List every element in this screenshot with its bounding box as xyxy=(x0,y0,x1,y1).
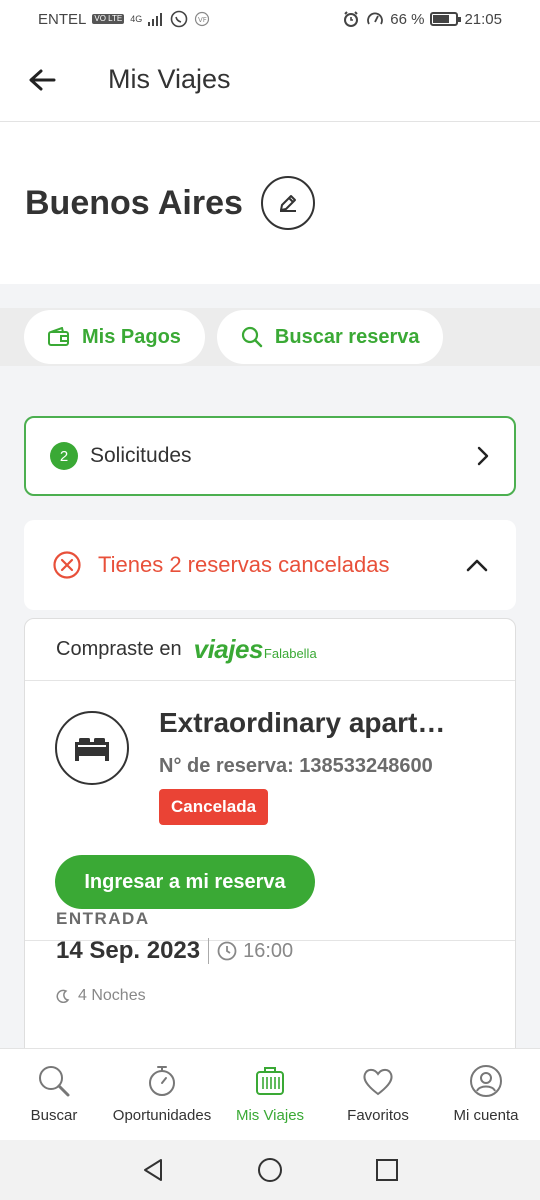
status-right: 66 % 21:05 xyxy=(342,10,502,28)
requests-row[interactable]: 2 Solicitudes xyxy=(24,416,516,496)
status-badge: Cancelada xyxy=(159,789,269,825)
action-pills: Mis Pagos Buscar reserva xyxy=(0,308,540,366)
volte-indicator: VO LTE xyxy=(92,14,125,24)
nav-label: Favoritos xyxy=(347,1107,409,1124)
cancelled-bookings-toggle[interactable]: Tienes 2 reservas canceladas xyxy=(24,520,516,610)
nav-label: Oportunidades xyxy=(112,1107,212,1124)
enter-booking-button[interactable]: Ingresar a mi reserva xyxy=(55,855,315,909)
checkin-row: 14 Sep. 2023 16:00 xyxy=(56,937,293,965)
signal-icon xyxy=(148,12,163,26)
nav-label: Buscar xyxy=(30,1107,78,1124)
back-button[interactable] xyxy=(12,50,72,110)
nav-label: Mi cuenta xyxy=(453,1107,519,1124)
checkin-date: 14 Sep. 2023 xyxy=(56,937,201,964)
page-title: Mis Viajes xyxy=(108,64,231,94)
alarm-icon xyxy=(344,11,359,27)
battery-percent: 66 % xyxy=(390,10,425,28)
pencil-icon xyxy=(279,195,296,212)
notification-icon: VF xyxy=(195,11,210,27)
battery-icon xyxy=(430,12,462,26)
bought-at-label: Compraste en xyxy=(56,638,182,660)
search-booking-button[interactable]: Buscar reserva xyxy=(216,310,444,364)
requests-count-badge: 2 xyxy=(50,442,78,470)
cancelled-message: Tienes 2 reservas canceladas xyxy=(98,552,390,577)
my-payments-label: Mis Pagos xyxy=(82,325,181,348)
search-icon xyxy=(241,326,263,348)
nav-label: Mis Viajes xyxy=(235,1107,305,1124)
clock: 21:05 xyxy=(464,10,502,28)
booking-card: Compraste en viajes Falabella Extraordin… xyxy=(24,618,516,1048)
chevron-right-icon xyxy=(477,446,489,466)
requests-label: Solicitudes xyxy=(90,444,192,467)
heart-icon xyxy=(363,1068,393,1096)
svg-text:VF: VF xyxy=(198,16,207,24)
nav-mi-cuenta[interactable]: Mi cuenta xyxy=(432,1049,540,1140)
hotel-name: Extraordinary apart… xyxy=(159,707,446,738)
status-left: ENTEL VO LTE 4G VF xyxy=(38,10,210,28)
cancel-circle-icon xyxy=(53,551,81,579)
clock-icon xyxy=(217,941,237,961)
network-type: 4G xyxy=(130,14,143,24)
bed-icon xyxy=(75,738,109,761)
destination-title: Buenos Aires xyxy=(25,183,243,222)
search-booking-label: Buscar reserva xyxy=(274,325,420,348)
booking-provider: Compraste en viajes Falabella xyxy=(25,619,515,681)
account-icon xyxy=(470,1065,502,1097)
logo-sub: Falabella xyxy=(263,646,317,661)
my-payments-button[interactable]: Mis Pagos xyxy=(24,310,205,364)
destination-header: Buenos Aires xyxy=(0,122,540,284)
checkin-label: ENTRADA xyxy=(56,909,150,928)
home-circle-icon[interactable] xyxy=(257,1157,283,1183)
status-bar: ENTEL VO LTE 4G VF 66 % 21:05 xyxy=(0,0,540,38)
booking-details: Extraordinary apart… N° de reserva: 1385… xyxy=(25,681,515,941)
luggage-icon xyxy=(256,1067,284,1095)
chevron-up-icon xyxy=(466,559,488,572)
nights-count: 4 Noches xyxy=(78,987,146,1004)
search-icon xyxy=(39,1066,70,1097)
reservation-number: N° de reserva: 138533248600 xyxy=(159,755,433,777)
divider xyxy=(208,938,210,964)
arrow-left-icon xyxy=(29,69,56,90)
speed-icon xyxy=(367,12,384,25)
nights-row: 4 Noches xyxy=(56,987,146,1005)
recents-square-icon[interactable] xyxy=(375,1158,399,1182)
nav-buscar[interactable]: Buscar xyxy=(0,1049,108,1140)
edit-destination-button[interactable] xyxy=(260,176,315,230)
logo-main: viajes xyxy=(193,634,264,664)
checkin-time: 16:00 xyxy=(243,939,294,962)
system-nav-bar xyxy=(0,1140,540,1200)
nav-oportunidades[interactable]: Oportunidades xyxy=(108,1049,216,1140)
viajes-falabella-logo: viajes Falabella xyxy=(194,634,317,665)
moon-icon xyxy=(56,989,70,1003)
battery-fill xyxy=(433,15,450,23)
stopwatch-icon xyxy=(149,1066,175,1096)
wallet-icon xyxy=(48,327,69,346)
carrier-name: ENTEL xyxy=(38,10,87,28)
main-content: Mis Pagos Buscar reserva 2 Solicitudes T… xyxy=(0,284,540,1048)
app-bar: Mis Viajes xyxy=(0,38,540,122)
nav-favoritos[interactable]: Favoritos xyxy=(324,1049,432,1140)
bottom-nav: Buscar Oportunidades Mis Viajes Favorito… xyxy=(0,1048,540,1140)
nav-mis-viajes[interactable]: Mis Viajes xyxy=(216,1049,324,1140)
back-triangle-icon[interactable] xyxy=(141,1157,165,1183)
bed-icon-container xyxy=(55,711,129,785)
whatsapp-icon xyxy=(170,10,188,28)
